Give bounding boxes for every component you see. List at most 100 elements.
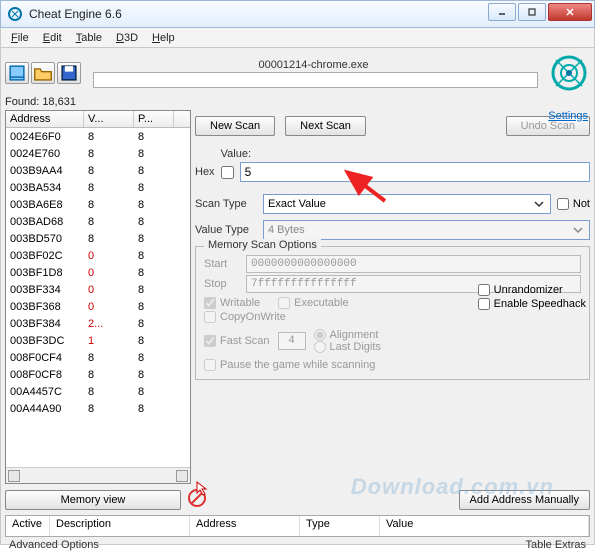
pointer-tool-button[interactable] bbox=[195, 480, 211, 499]
window-buttons bbox=[488, 1, 594, 27]
open-process-button[interactable] bbox=[5, 62, 29, 84]
table-row[interactable]: 003BF3DC18 bbox=[6, 332, 190, 349]
copyonwrite-checkbox bbox=[204, 311, 216, 323]
lastdigits-radio bbox=[314, 341, 326, 353]
valuetype-select[interactable]: 4 Bytes bbox=[263, 220, 590, 240]
fastscan-row: Fast Scan Alignment Last Digits bbox=[204, 329, 581, 353]
stop-label: Stop bbox=[204, 278, 240, 290]
process-name: 00001214-chrome.exe bbox=[89, 59, 538, 71]
menu-help[interactable]: Help bbox=[146, 30, 181, 46]
open-file-button[interactable] bbox=[31, 62, 55, 84]
menu-file[interactable]: File bbox=[5, 30, 35, 46]
pause-row: Pause the game while scanning bbox=[204, 359, 581, 371]
menu-table[interactable]: Table bbox=[70, 30, 108, 46]
table-row[interactable]: 003BA6E888 bbox=[6, 196, 190, 213]
value-label: Value: bbox=[195, 148, 251, 160]
table-row[interactable]: 003BF3842...8 bbox=[6, 315, 190, 332]
value-input[interactable] bbox=[240, 162, 590, 182]
results-panel: Found: 18,631 Address V... P... 0024E6F0… bbox=[5, 96, 191, 484]
table-extras-button[interactable]: Table Extras bbox=[525, 539, 586, 551]
col-type[interactable]: Type bbox=[300, 516, 380, 536]
menu-d3d[interactable]: D3D bbox=[110, 30, 144, 46]
alignment-radio bbox=[314, 329, 326, 341]
h-scrollbar[interactable] bbox=[6, 467, 190, 483]
table-row[interactable]: 003BD57088 bbox=[6, 230, 190, 247]
menu-edit[interactable]: Edit bbox=[37, 30, 68, 46]
speedhack-checkbox[interactable] bbox=[478, 298, 490, 310]
found-count: 18,631 bbox=[42, 96, 76, 108]
address-table[interactable]: Address V... P... 0024E6F0880024E7608800… bbox=[5, 110, 191, 484]
table-row[interactable]: 003BF02C08 bbox=[6, 247, 190, 264]
writable-checkbox bbox=[204, 297, 216, 309]
valuetype-label: Value Type bbox=[195, 224, 257, 236]
executable-checkbox bbox=[278, 297, 290, 309]
table-header: Address V... P... bbox=[6, 111, 190, 128]
titlebar: Cheat Engine 6.6 bbox=[0, 0, 595, 28]
side-options: Unrandomizer Enable Speedhack bbox=[478, 284, 586, 310]
table-row[interactable]: 0024E76088 bbox=[6, 145, 190, 162]
start-row: Start bbox=[204, 255, 581, 273]
memview-row: Memory view Add Address Manually bbox=[5, 488, 590, 511]
memory-view-button[interactable]: Memory view bbox=[5, 490, 181, 510]
table-row[interactable]: 00A4457C88 bbox=[6, 383, 190, 400]
maximize-button[interactable] bbox=[518, 3, 546, 21]
fastscan-value bbox=[278, 332, 306, 350]
table-row[interactable]: 0024E6F088 bbox=[6, 128, 190, 145]
not-checkbox-wrap: Not bbox=[557, 198, 590, 210]
chevron-down-icon bbox=[571, 223, 585, 237]
col-desc[interactable]: Description bbox=[50, 516, 190, 536]
save-button[interactable] bbox=[57, 62, 81, 84]
table-row[interactable]: 003BA53488 bbox=[6, 179, 190, 196]
table-row[interactable]: 008F0CF888 bbox=[6, 366, 190, 383]
hex-value-row: Hex bbox=[195, 162, 590, 182]
cheat-table[interactable]: Active Description Address Type Value bbox=[5, 515, 590, 537]
cow-row: CopyOnWrite bbox=[204, 311, 581, 323]
hex-label: Hex bbox=[195, 166, 215, 178]
table-row[interactable]: 003B9AA488 bbox=[6, 162, 190, 179]
chevron-down-icon bbox=[532, 197, 546, 211]
minimize-button[interactable] bbox=[488, 3, 516, 21]
value-row: Value: bbox=[195, 148, 590, 160]
content-area: 00001214-chrome.exe Settings Found: 18,6… bbox=[0, 48, 595, 545]
app-icon bbox=[7, 6, 23, 22]
start-input bbox=[246, 255, 581, 273]
new-scan-button[interactable]: New Scan bbox=[195, 116, 275, 136]
col-address[interactable]: Address bbox=[6, 111, 84, 127]
unrandomizer-checkbox[interactable] bbox=[478, 284, 490, 296]
progress-bar bbox=[93, 72, 538, 88]
scantype-label: Scan Type bbox=[195, 198, 257, 210]
scan-buttons: New Scan Next Scan Undo Scan bbox=[195, 116, 590, 136]
next-scan-button[interactable]: Next Scan bbox=[285, 116, 366, 136]
table-row[interactable]: 003BF1D808 bbox=[6, 264, 190, 281]
table-row[interactable]: 00A44A9088 bbox=[6, 400, 190, 417]
not-checkbox[interactable] bbox=[557, 198, 569, 210]
col-value[interactable]: Value bbox=[380, 516, 589, 536]
col-prev[interactable]: P... bbox=[134, 111, 174, 127]
table-row[interactable]: 003BF33408 bbox=[6, 281, 190, 298]
settings-link[interactable]: Settings bbox=[548, 110, 588, 122]
table-row[interactable]: 003BAD6888 bbox=[6, 213, 190, 230]
close-button[interactable] bbox=[548, 3, 592, 21]
scantype-row: Scan Type Exact Value Not bbox=[195, 194, 590, 214]
fastscan-checkbox bbox=[204, 335, 216, 347]
logo-icon[interactable] bbox=[548, 52, 590, 94]
col-active[interactable]: Active bbox=[6, 516, 50, 536]
add-address-manually-button[interactable]: Add Address Manually bbox=[459, 490, 590, 510]
scantype-select[interactable]: Exact Value bbox=[263, 194, 551, 214]
table-row[interactable]: 003BF36808 bbox=[6, 298, 190, 315]
table-body[interactable]: 0024E6F0880024E76088003B9AA488003BA53488… bbox=[6, 128, 190, 467]
col-value[interactable]: V... bbox=[84, 111, 134, 127]
table-row[interactable]: 008F0CF488 bbox=[6, 349, 190, 366]
found-label: Found: 18,631 bbox=[5, 96, 191, 108]
window-title: Cheat Engine 6.6 bbox=[29, 7, 488, 21]
advanced-options-button[interactable]: Advanced Options bbox=[9, 539, 99, 551]
start-label: Start bbox=[204, 258, 240, 270]
col-addr[interactable]: Address bbox=[190, 516, 300, 536]
memory-scan-options: Memory Scan Options Start Stop Writable … bbox=[195, 246, 590, 380]
hex-checkbox[interactable] bbox=[221, 166, 234, 179]
pause-checkbox bbox=[204, 359, 216, 371]
valuetype-row: Value Type 4 Bytes bbox=[195, 220, 590, 240]
menubar: File Edit Table D3D Help bbox=[0, 28, 595, 48]
toolbar: 00001214-chrome.exe bbox=[5, 52, 590, 94]
memopts-legend: Memory Scan Options bbox=[204, 239, 321, 251]
